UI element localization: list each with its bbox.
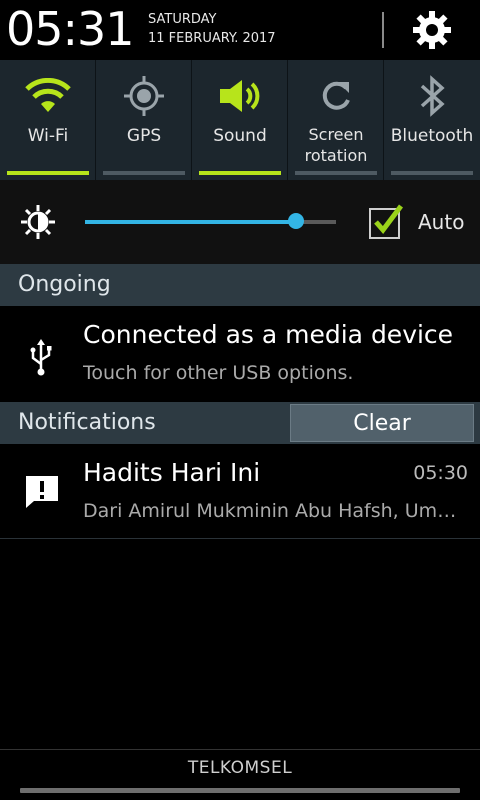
day-of-week: SATURDAY — [148, 12, 217, 27]
toggle-indicator — [199, 171, 281, 175]
notification-subtitle: Dari Amirul Mukminin Abu Hafsh, Umar bin… — [83, 500, 463, 522]
carrier-label: TELKOMSEL — [187, 758, 293, 778]
wifi-icon — [25, 78, 71, 112]
footer-divider — [0, 749, 480, 750]
brightness-icon — [21, 205, 55, 239]
section-title: Ongoing — [18, 272, 111, 297]
toggle-bluetooth[interactable]: Bluetooth — [384, 60, 480, 180]
clear-button[interactable]: Clear — [290, 404, 474, 442]
gear-icon — [413, 11, 451, 49]
toggle-wifi[interactable]: Wi-Fi — [0, 60, 96, 180]
ongoing-header: Ongoing — [0, 264, 480, 306]
brightness-row — [0, 180, 480, 264]
gps-icon — [124, 76, 164, 116]
notification-time: 05:30 — [413, 462, 468, 484]
clock: 05:31 — [6, 2, 135, 56]
toggle-label: Bluetooth — [390, 126, 474, 146]
message-alert-icon — [26, 476, 58, 508]
bluetooth-icon — [420, 75, 445, 117]
toggle-indicator — [391, 171, 473, 175]
toggle-label: Wi-Fi — [27, 126, 69, 146]
quick-settings-panel: Wi-Fi GPS Sound Screen rotation Bluetoot… — [0, 60, 480, 180]
notification-title: Hadits Hari Ini — [83, 458, 261, 487]
toggle-indicator — [103, 171, 185, 175]
status-header: 05:31 SATURDAY 11 FEBRUARY. 2017 — [0, 0, 480, 60]
brightness-fill — [85, 220, 296, 224]
header-divider — [382, 12, 384, 48]
notification-title: Connected as a media device — [83, 320, 454, 349]
brightness-slider-thumb[interactable] — [288, 213, 304, 229]
toggle-indicator — [295, 171, 377, 175]
toggle-label: Screen rotation — [304, 125, 368, 165]
usb-icon — [30, 339, 52, 376]
date: 11 FEBRUARY. 2017 — [148, 31, 276, 46]
drag-handle[interactable] — [20, 788, 460, 793]
notification-item[interactable]: Hadits Hari Ini 05:30 Dari Amirul Mukmin… — [0, 444, 480, 538]
toggle-label: Sound — [213, 126, 267, 146]
toggle-screen-rotation[interactable]: Screen rotation — [288, 60, 384, 180]
notification-subtitle: Touch for other USB options. — [83, 362, 354, 384]
auto-brightness-label: Auto — [418, 210, 465, 234]
toggle-indicator — [7, 171, 89, 175]
toggle-sound[interactable]: Sound — [192, 60, 288, 180]
rotation-icon — [322, 81, 350, 110]
section-title: Notifications — [18, 410, 156, 435]
divider — [0, 538, 480, 539]
toggle-gps[interactable]: GPS — [96, 60, 192, 180]
usb-notification[interactable]: Connected as a media device Touch for ot… — [0, 306, 480, 400]
toggle-label: GPS — [126, 126, 162, 146]
settings-button[interactable] — [404, 4, 460, 56]
speaker-icon — [220, 80, 260, 112]
auto-brightness-checkbox[interactable] — [368, 204, 404, 240]
notifications-header: Notifications Clear — [0, 402, 480, 444]
